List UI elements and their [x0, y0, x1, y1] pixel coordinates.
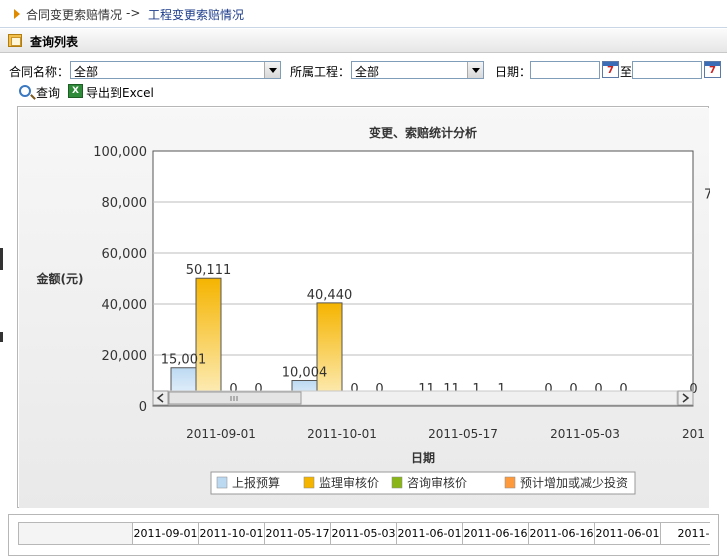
- date-to-input[interactable]: [632, 61, 702, 79]
- scroll-right-button: [677, 390, 694, 406]
- table-header-cell: 2011-06-16: [463, 522, 529, 545]
- table-header-cell: 2011-06-16: [529, 522, 595, 545]
- x-tick-label: 2011-05-03: [550, 427, 620, 441]
- list-icon: [8, 34, 22, 47]
- y-axis-label: 金额(元): [36, 271, 84, 286]
- legend-item: 预计增加或减少投资: [520, 475, 628, 490]
- contract-name-select[interactable]: 全部: [70, 61, 281, 79]
- table-header-row: 2011-09-01 2011-10-01 2011-05-17 2011-05-03…: [18, 522, 710, 546]
- scroll-left-button: [152, 390, 169, 406]
- panel-title: 查询列表: [30, 35, 79, 49]
- y-tick-label: 80,000: [102, 196, 148, 211]
- y-tick-label: 100,000: [93, 145, 147, 160]
- data-label: 15,001: [161, 353, 207, 368]
- arrow-right-icon: [14, 9, 20, 19]
- legend-swatch: [303, 476, 315, 489]
- table-header-cell: 2011-09-01: [133, 522, 199, 545]
- calendar-icon[interactable]: [704, 61, 721, 78]
- data-label: 50,111: [186, 263, 232, 278]
- project-value: 全部: [355, 65, 380, 79]
- breadcrumb-separator: ->: [126, 6, 141, 20]
- chevron-down-icon[interactable]: [467, 62, 483, 78]
- search-button[interactable]: 查询: [36, 84, 60, 101]
- contract-name-label: 合同名称：: [9, 65, 70, 79]
- data-label: 79,8: [704, 188, 710, 203]
- table-header-cell: 2011-06-01: [397, 522, 463, 545]
- legend-item: 咨询审核价: [407, 475, 467, 490]
- data-label: 10,004: [282, 365, 328, 380]
- y-tick-label: 40,000: [102, 298, 148, 313]
- breadcrumb: 合同变更索赔情况 -> 工程变更索赔情况: [0, 0, 727, 28]
- table-header-cell: 2011-10-01: [199, 522, 265, 545]
- table-header-cell: 2011-: [661, 522, 710, 545]
- search-icon[interactable]: [19, 85, 31, 97]
- data-label: 40,440: [307, 288, 353, 303]
- date-from-input[interactable]: [530, 61, 600, 79]
- plot-area: [152, 150, 694, 407]
- date-label: 日期：: [495, 65, 532, 79]
- panel-header: 查询列表: [0, 29, 727, 53]
- legend-item: 监理审核价: [319, 475, 379, 490]
- x-tick-label: 201: [682, 427, 705, 441]
- chevron-down-icon[interactable]: [264, 62, 280, 78]
- table-header-cell: 2011-05-03: [331, 522, 397, 545]
- table-row: 2011-09-01 2011-10-01 2011-05-17 2011-05-03…: [18, 522, 710, 545]
- legend-swatch: [216, 476, 228, 489]
- table-header-cell: 2011-05-17: [265, 522, 331, 545]
- x-axis-label: 日期: [411, 450, 435, 465]
- y-tick-label: 20,000: [102, 349, 148, 364]
- chart-title: 变更、索赔统计分析: [369, 125, 477, 140]
- date-to-label: 至: [620, 65, 633, 79]
- window-edge-marker: [0, 248, 3, 270]
- project-label: 所属工程：: [290, 65, 351, 79]
- y-tick-label: 0: [139, 400, 147, 415]
- breadcrumb-item-engineering-changes[interactable]: 工程变更索赔情况: [148, 6, 244, 23]
- chart: 0 20,000 40,000 60,000 80,000 100,000 变更、索赔统计分…: [19, 108, 710, 508]
- bar: [195, 277, 222, 407]
- window-edge-marker: [0, 332, 3, 342]
- calendar-icon[interactable]: [602, 61, 619, 78]
- project-select[interactable]: 全部: [351, 61, 484, 79]
- excel-icon[interactable]: X: [68, 84, 83, 98]
- x-tick-label: 2011-05-17: [428, 427, 498, 441]
- scrollbar-thumb: [168, 391, 302, 405]
- legend-item: 上报预算: [232, 475, 280, 490]
- y-tick-label: 60,000: [102, 247, 148, 262]
- legend-swatch: [391, 476, 403, 489]
- contract-name-value: 全部: [74, 65, 99, 79]
- table-corner-cell: [19, 522, 133, 545]
- breadcrumb-item-contract-changes[interactable]: 合同变更索赔情况: [26, 6, 122, 23]
- table-header-cell: 2011-06-01: [595, 522, 661, 545]
- export-excel-button[interactable]: 导出到Excel: [86, 84, 154, 101]
- legend-swatch: [504, 476, 516, 489]
- chart-panel: 0 20,000 40,000 60,000 80,000 100,000 变更、索赔统计分…: [17, 106, 710, 508]
- x-tick-label: 2011-09-01: [186, 427, 256, 441]
- x-tick-label: 2011-10-01: [307, 427, 377, 441]
